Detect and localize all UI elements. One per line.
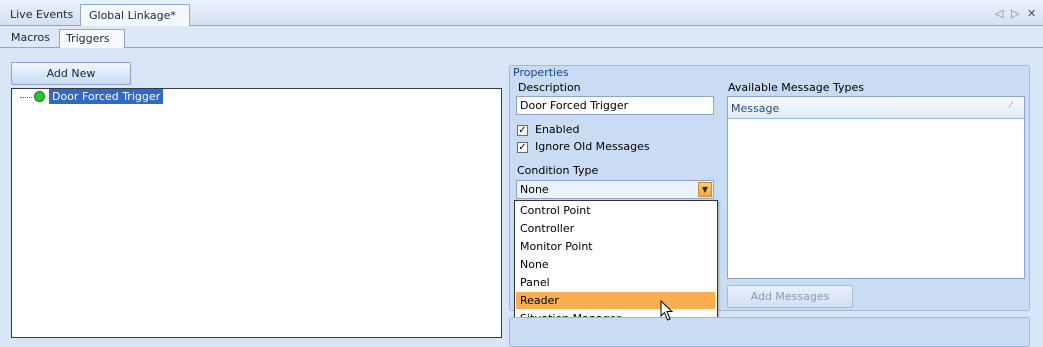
- scroll-right-icon[interactable]: ▷: [1011, 7, 1019, 20]
- dropdown-option-panel[interactable]: Panel: [516, 274, 715, 291]
- condition-type-select[interactable]: None: [516, 180, 714, 199]
- message-column-label[interactable]: Message: [731, 102, 779, 115]
- dropdown-option-control-point[interactable]: Control Point: [516, 202, 715, 219]
- tab-live-events[interactable]: Live Events: [2, 4, 81, 26]
- available-message-types-label: Available Message Types: [728, 81, 864, 94]
- properties-title: Properties: [513, 66, 569, 79]
- message-types-grid[interactable]: [727, 96, 1025, 279]
- document-tab-bar: Live Events Global Linkage* ◁ ▷ ✕: [0, 0, 1043, 27]
- ignore-old-messages-label[interactable]: Ignore Old Messages: [535, 140, 650, 153]
- chevron-down-icon[interactable]: ▼: [698, 182, 712, 197]
- ignore-old-messages-checkbox[interactable]: ✓: [517, 142, 528, 153]
- add-new-button[interactable]: Add New: [11, 62, 131, 85]
- dropdown-option-monitor-point[interactable]: Monitor Point: [516, 238, 715, 255]
- tree-connector: [20, 97, 32, 98]
- scroll-left-icon[interactable]: ◁: [995, 7, 1003, 20]
- tab-triggers[interactable]: Triggers: [59, 29, 125, 49]
- description-input[interactable]: Door Forced Trigger: [516, 96, 714, 115]
- close-icon[interactable]: ✕: [1027, 7, 1036, 20]
- trigger-tree[interactable]: [11, 88, 502, 338]
- enabled-checkbox[interactable]: ✓: [517, 125, 528, 136]
- lower-panel: [509, 317, 1030, 347]
- dropdown-option-reader[interactable]: Reader: [516, 292, 715, 309]
- mouse-cursor-icon: [660, 300, 674, 321]
- condition-type-label: Condition Type: [517, 164, 599, 177]
- status-dot-icon: [34, 91, 45, 102]
- dropdown-option-controller[interactable]: Controller: [516, 220, 715, 237]
- description-label: Description: [518, 81, 581, 94]
- dropdown-option-none[interactable]: None: [516, 256, 715, 273]
- tab-macros[interactable]: Macros: [5, 29, 56, 48]
- enabled-label[interactable]: Enabled: [535, 123, 579, 136]
- sub-tab-bar: Macros Triggers: [0, 26, 1043, 49]
- sort-icon: ⁄: [1010, 101, 1012, 111]
- tree-node-label[interactable]: Door Forced Trigger: [49, 89, 164, 104]
- tab-global-linkage[interactable]: Global Linkage*: [80, 4, 190, 27]
- add-messages-button[interactable]: Add Messages: [727, 285, 853, 308]
